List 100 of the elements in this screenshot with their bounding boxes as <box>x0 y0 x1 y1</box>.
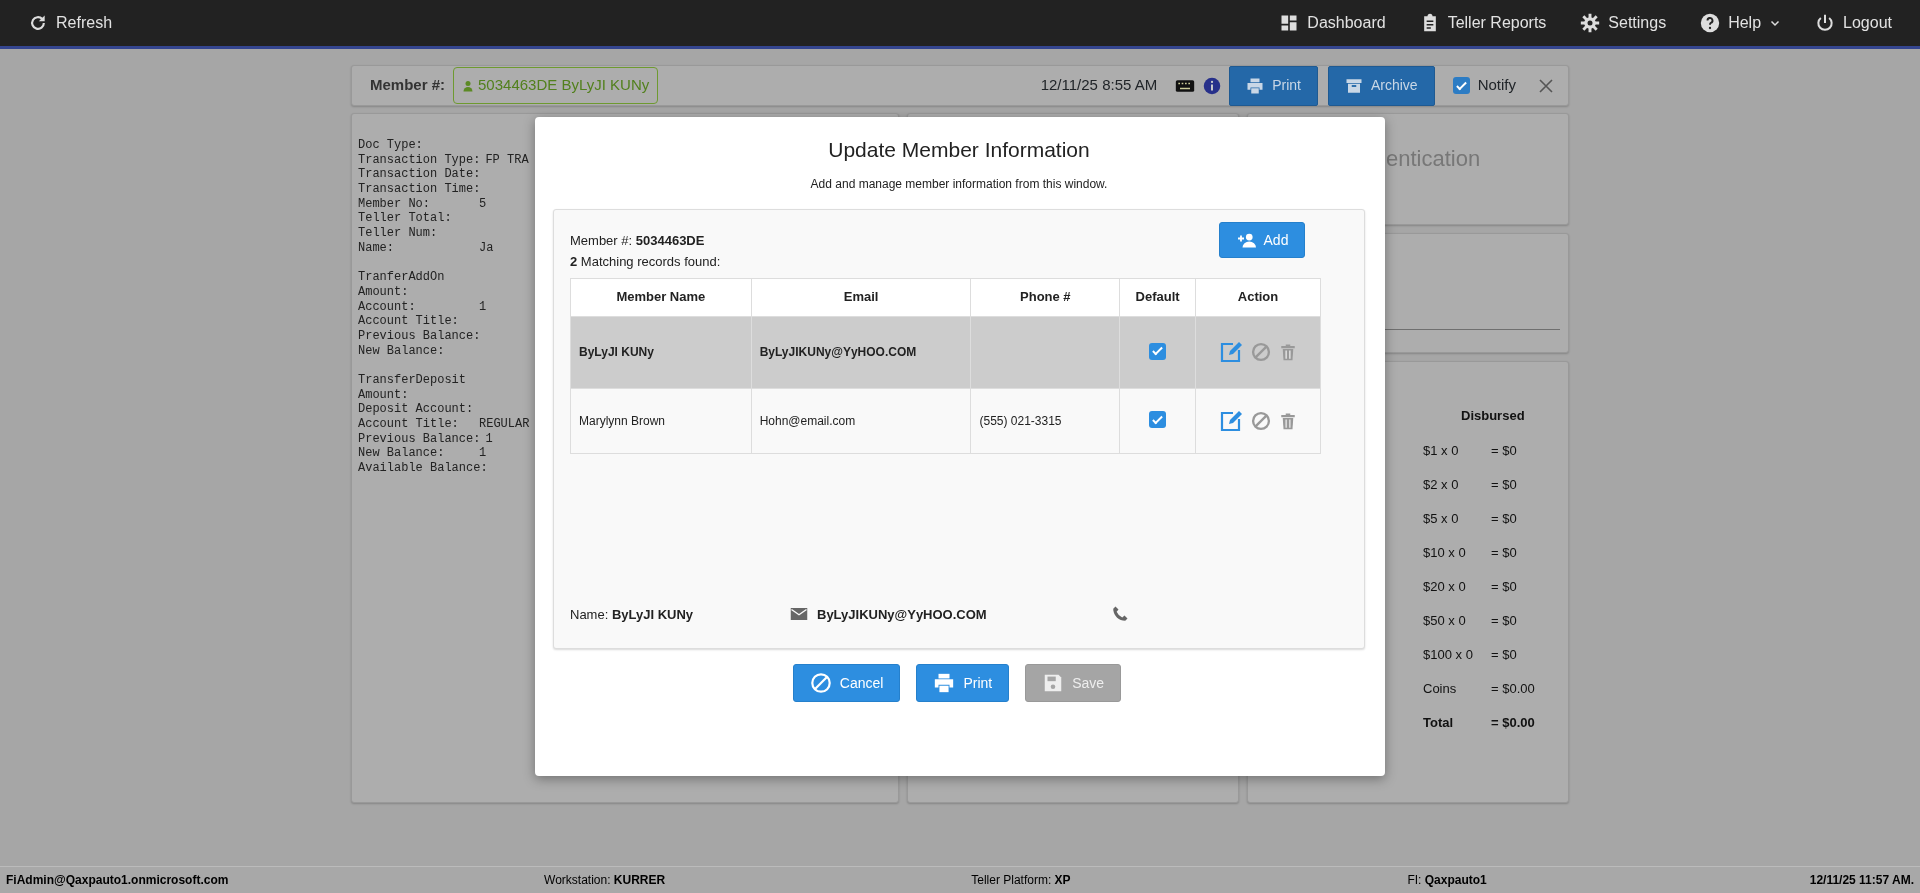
total-amount: = $0.00 <box>1491 714 1535 733</box>
print-button[interactable]: Print <box>1229 65 1318 106</box>
person-icon <box>462 79 475 92</box>
refresh-icon <box>28 13 48 33</box>
modal-subtitle: Add and manage member information from this window. <box>809 176 1109 194</box>
receipt-label: Account Title: <box>358 417 459 432</box>
total-label: Total <box>1423 714 1455 733</box>
receipt-label: Account Title: <box>358 314 459 329</box>
receipt-value: REGULAR <box>479 417 530 432</box>
column-header: Member Name <box>570 278 752 317</box>
receipt-label: Amount: <box>358 284 409 299</box>
status-text: FI: Qaxpauto1 <box>1407 873 1487 887</box>
receipt-label: Teller Total: <box>358 211 452 226</box>
receipt-label: Amount: <box>358 387 409 402</box>
box-icon <box>1344 76 1363 95</box>
receipt-label: New Balance: <box>358 343 445 358</box>
receipt-label: Account: <box>358 299 416 314</box>
printer-icon <box>933 672 956 695</box>
status-text: FiAdmin@Qaxpauto1.onmicrosoft.com <box>6 873 229 887</box>
edit-icon[interactable] <box>1219 340 1244 365</box>
receipt-label: Deposit Account: <box>358 402 474 417</box>
denomination-label: $5 x 0 <box>1423 510 1460 529</box>
add-person-icon <box>1235 231 1258 250</box>
column-header: Email <box>751 278 971 317</box>
denomination-label: $100 x 0 <box>1423 646 1474 665</box>
receipt-value: 5 <box>479 196 487 212</box>
denomination-label: $20 x 0 <box>1423 578 1467 597</box>
archive-button[interactable]: Archive <box>1327 65 1435 106</box>
settings-link[interactable]: Settings <box>1580 11 1667 35</box>
block-icon[interactable] <box>1251 342 1272 363</box>
default-checkbox[interactable] <box>1149 342 1167 360</box>
match-count: 2 Matching records found: <box>570 253 722 272</box>
member-name: Marylynn Brown <box>579 413 666 428</box>
receipt-heading: TransferDeposit <box>358 373 468 388</box>
default-checkbox[interactable] <box>1149 411 1167 429</box>
receipt-value: 1 <box>479 299 487 315</box>
status-text: 12/11/25 11:57 AM. <box>1809 873 1914 887</box>
phone-icon <box>1111 605 1129 624</box>
dashboard-link[interactable]: Dashboard <box>1279 11 1386 35</box>
receipt-heading: TranferAddOn <box>358 270 446 285</box>
denomination-label: $1 x 0 <box>1423 442 1460 461</box>
receipt-label: Teller Num: <box>358 226 438 241</box>
amount-value: = $0.00 <box>1491 680 1535 699</box>
receipt-label: Transaction Date: <box>358 167 481 182</box>
receipt-label: Available Balance: <box>358 461 488 476</box>
amount-value: = $0 <box>1491 442 1517 461</box>
logout-link[interactable]: Logout <box>1815 11 1892 35</box>
date-time: 12/11/25 8:55 AM <box>1040 75 1158 96</box>
amount-value: = $0 <box>1491 646 1517 665</box>
receipt-label: Doc Type: <box>358 138 423 152</box>
table-row[interactable]: ByLyJI KUNy ByLyJIKUNy@YyHOO.COM <box>570 316 1321 389</box>
printer-icon <box>1246 76 1265 95</box>
close-icon[interactable] <box>1538 77 1554 94</box>
denomination-label: $10 x 0 <box>1423 544 1467 563</box>
column-header: Phone # <box>971 278 1120 317</box>
receipt-label: Transaction Type: <box>358 152 481 167</box>
edit-icon[interactable] <box>1219 408 1244 433</box>
help-icon <box>1700 13 1721 33</box>
email-text: ByLyJIKUNy@YyHOO.COM <box>759 345 917 360</box>
denomination-label: $50 x 0 <box>1423 612 1467 631</box>
receipt-label: Name: <box>358 240 394 255</box>
receipt-label: Previous Balance: <box>358 431 481 446</box>
summary-name: Name: ByLyJI KUNy <box>570 605 695 624</box>
modal-title: Update Member Information <box>827 137 1091 163</box>
column-header: Default <box>1119 278 1196 317</box>
receipt-value: 1 <box>479 446 487 462</box>
dashboard-icon <box>1279 13 1300 33</box>
receipt-label: Previous Balance: <box>358 328 481 343</box>
summary-email: ByLyJIKUNy@YyHOO.COM <box>817 605 988 624</box>
member-name: ByLyJI KUNy <box>579 345 654 360</box>
amount-value: = $0 <box>1491 612 1517 631</box>
reports-link[interactable]: Teller Reports <box>1419 11 1547 35</box>
receipt-value: FP TRA <box>485 152 529 168</box>
amount-value: = $0 <box>1491 578 1517 597</box>
receipt-label: Member No: <box>358 196 430 211</box>
receipt-label: New Balance: <box>358 446 445 461</box>
cancel-icon <box>809 672 832 695</box>
denomination-label: Coins <box>1423 680 1458 699</box>
status-text: Teller Platform: XP <box>971 873 1071 887</box>
settings-icon <box>1580 13 1601 33</box>
block-icon[interactable] <box>1251 410 1272 431</box>
trash-icon[interactable] <box>1279 342 1298 363</box>
disbursed-heading: Disbursed <box>1461 407 1526 425</box>
table-row[interactable]: Marylynn Brown Hohn@email.com (555) 021-3315 <box>570 388 1321 454</box>
receipt-label: Transaction Time: <box>358 182 481 197</box>
amount-value: = $0 <box>1491 510 1517 529</box>
help-menu[interactable]: Help <box>1700 11 1782 35</box>
email-text: Hohn@email.com <box>759 413 856 428</box>
member-label: Member #: <box>370 75 446 96</box>
receipt-value: 1 <box>485 431 493 447</box>
status-text: Workstation: KURRER <box>544 873 666 887</box>
phone-text: (555) 021-3315 <box>979 413 1062 428</box>
info-icon <box>1203 76 1222 95</box>
denomination-label: $2 x 0 <box>1423 476 1460 495</box>
refresh-link[interactable]: Refresh <box>28 11 113 35</box>
notify-label: Notify <box>1477 75 1516 96</box>
amount-value: = $0 <box>1491 544 1517 563</box>
column-header: Action <box>1195 278 1321 317</box>
notify-checkbox[interactable] <box>1452 77 1470 94</box>
receipt-value: Ja <box>479 240 494 256</box>
